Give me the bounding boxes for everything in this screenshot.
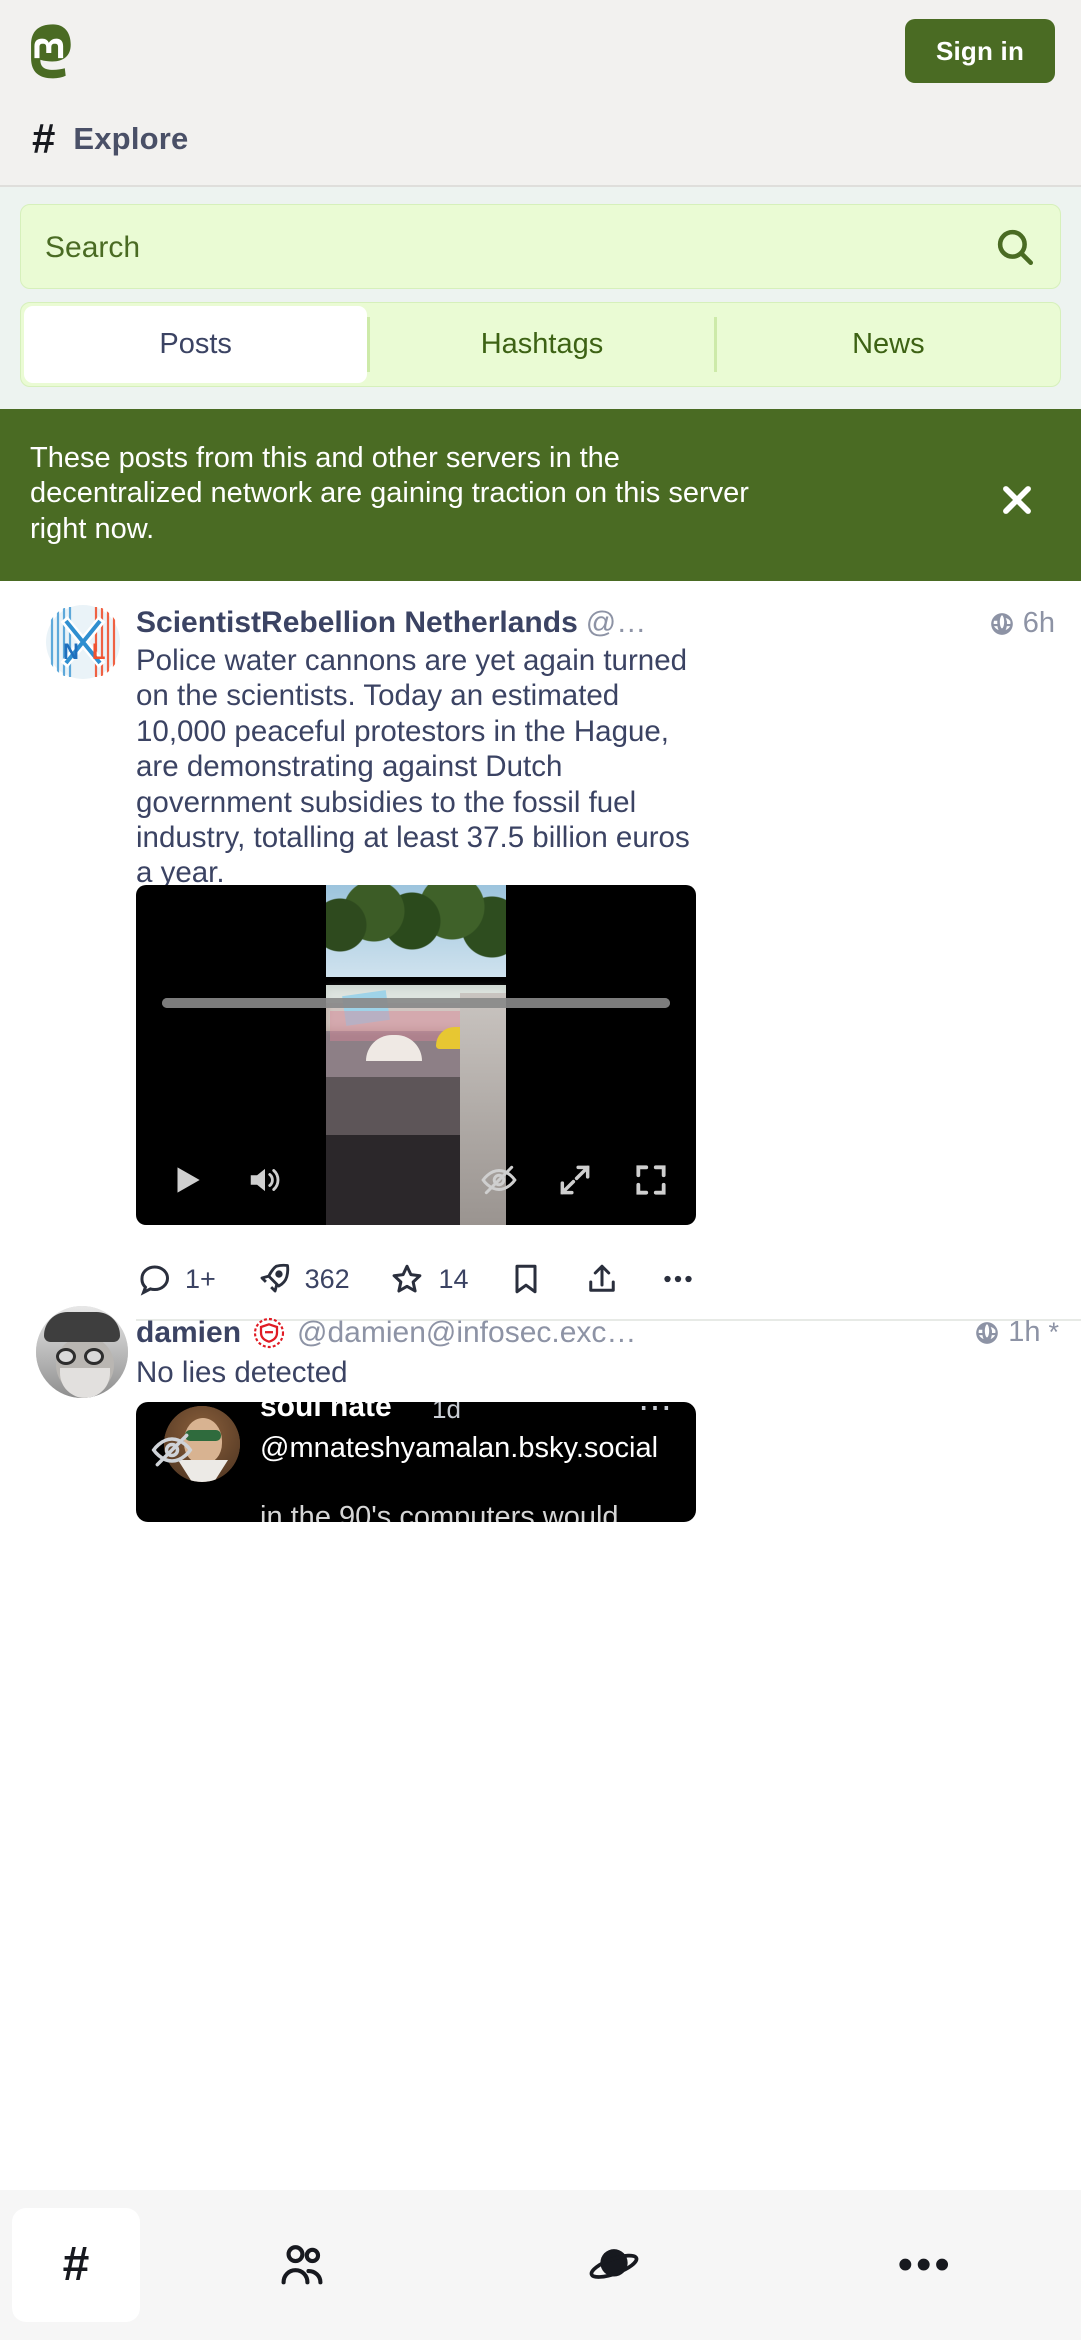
globe-icon — [974, 1320, 1000, 1346]
mastodon-logo-icon[interactable] — [26, 24, 80, 82]
sign-in-button[interactable]: Sign in — [905, 19, 1055, 83]
nav-item-planet[interactable] — [458, 2190, 770, 2340]
eye-off-icon[interactable] — [480, 1161, 518, 1199]
post-body-text: No lies detected — [136, 1356, 348, 1389]
post-video-player[interactable] — [136, 885, 696, 1225]
video-progress-bar[interactable] — [162, 998, 670, 1008]
verified-shield-icon — [253, 1317, 285, 1349]
quote-author-name: soul hate — [260, 1402, 392, 1423]
top-header: Sign in # Explore — [0, 0, 1081, 187]
globe-icon — [989, 611, 1015, 637]
video-controls-left — [168, 1161, 284, 1199]
more-horizontal-icon[interactable]: ⋯ — [638, 1402, 674, 1428]
page-title: Explore — [73, 121, 189, 156]
people-icon — [276, 2239, 328, 2291]
close-icon[interactable] — [998, 481, 1036, 519]
more-horizontal-icon — [660, 1261, 696, 1297]
hashtag-icon: # — [32, 115, 56, 162]
post-timestamp: 6h — [1022, 607, 1055, 639]
video-controls-right — [480, 1161, 670, 1199]
eye-off-icon[interactable] — [150, 1428, 194, 1472]
svg-text:L: L — [92, 639, 105, 664]
favourite-button[interactable]: 14 — [389, 1261, 469, 1297]
nav-item-explore[interactable]: # — [12, 2208, 140, 2322]
search-placeholder: Search — [45, 231, 141, 264]
bookmark-icon — [508, 1261, 544, 1297]
post-timestamp: 1h — [1008, 1316, 1041, 1348]
tab-news-label: News — [852, 328, 925, 360]
tab-posts[interactable]: Posts — [24, 306, 368, 383]
edited-marker: * — [1048, 1317, 1059, 1347]
explore-tabs: Posts Hashtags News — [20, 302, 1061, 387]
nav-item-people[interactable] — [146, 2190, 458, 2340]
planet-icon — [588, 2239, 640, 2291]
bottom-navigation-bar: # ••• — [0, 2190, 1081, 2340]
nav-item-more[interactable]: ••• — [769, 2190, 1081, 2340]
boost-button[interactable]: 362 — [256, 1261, 350, 1297]
boost-count: 362 — [304, 1263, 350, 1294]
trending-banner-text: These posts from this and other servers … — [30, 442, 749, 545]
video-frame — [326, 885, 506, 1225]
expand-icon[interactable] — [556, 1161, 594, 1199]
post-action-bar: 1+ 362 14 — [136, 1241, 696, 1317]
more-horizontal-icon: ••• — [897, 2240, 953, 2289]
share-button[interactable] — [584, 1261, 620, 1297]
author-handle: @damien@infosec.exc… — [297, 1316, 637, 1349]
post-meta: 1h * — [974, 1316, 1059, 1349]
quoted-post-card[interactable]: soul hate 1d @mnateshyamalan.bsky.social… — [136, 1402, 696, 1522]
search-input[interactable]: Search — [20, 204, 1061, 289]
play-icon[interactable] — [168, 1161, 206, 1199]
avatar[interactable] — [36, 1306, 128, 1398]
reply-button[interactable]: 1+ — [136, 1261, 216, 1297]
tab-posts-label: Posts — [159, 328, 232, 360]
post-body-text: Police water cannons are yet again turne… — [136, 644, 690, 890]
search-icon[interactable] — [994, 226, 1036, 268]
trending-banner: These posts from this and other servers … — [0, 409, 1081, 581]
boost-rocket-icon — [256, 1261, 292, 1297]
post-author-row: ScientistRebellion Netherlands @… — [136, 606, 696, 640]
tab-news[interactable]: News — [717, 303, 1060, 386]
reply-count: 1+ — [185, 1263, 216, 1294]
quote-body-text: in the 90's computers would scream every… — [260, 1501, 619, 1522]
explore-title-row: # Explore — [32, 118, 188, 160]
fullscreen-icon[interactable] — [632, 1161, 670, 1199]
quote-timestamp: 1d — [432, 1402, 461, 1424]
quote-author-handle: @mnateshyamalan.bsky.social — [260, 1432, 659, 1464]
star-icon — [389, 1261, 425, 1297]
volume-icon[interactable] — [246, 1161, 284, 1199]
avatar[interactable]: N L — [44, 603, 122, 681]
svg-text:N: N — [63, 639, 79, 664]
author-display-name[interactable]: ScientistRebellion Netherlands — [136, 606, 578, 640]
bookmark-button[interactable] — [508, 1261, 544, 1297]
search-panel: Search Posts Hashtags News — [0, 187, 1081, 409]
more-button[interactable] — [660, 1261, 696, 1297]
hashtag-icon: # — [62, 2238, 90, 2291]
post-author-row: damien @damien@infosec.exc… — [136, 1316, 636, 1350]
reply-icon — [136, 1261, 172, 1297]
post-meta: 6h — [989, 607, 1055, 640]
mastodon-explore-screen: Sign in # Explore Search Posts Hashtags … — [0, 0, 1081, 2340]
author-display-name[interactable]: damien — [136, 1316, 241, 1350]
share-icon — [584, 1261, 620, 1297]
tab-hashtags-label: Hashtags — [480, 328, 604, 360]
tab-hashtags[interactable]: Hashtags — [370, 303, 713, 386]
favourite-count: 14 — [438, 1263, 469, 1294]
author-handle: @… — [585, 606, 647, 639]
